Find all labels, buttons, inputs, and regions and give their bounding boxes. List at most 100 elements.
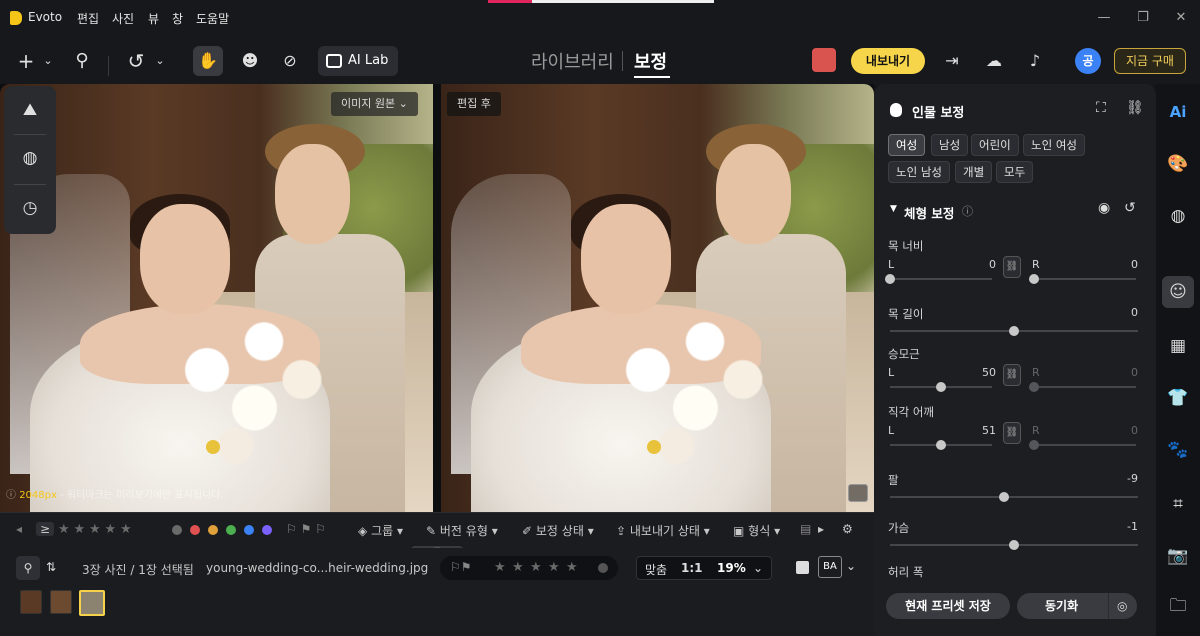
close-button[interactable]: ✕: [1170, 8, 1192, 28]
original-selector[interactable]: 이미지 원본 ⌄: [331, 92, 418, 116]
paw-icon[interactable]: 🐾: [1166, 438, 1190, 462]
slider-value[interactable]: 0: [1114, 306, 1138, 319]
mountain-enhance-icon[interactable]: ⛰: [18, 98, 42, 122]
slider-knob[interactable]: [1009, 540, 1019, 550]
slider-left-knob[interactable]: [885, 274, 895, 284]
menu-help[interactable]: 도움말: [196, 10, 229, 27]
export-button[interactable]: 내보내기: [851, 48, 925, 74]
image-viewer[interactable]: 이미지 원본 ⌄ ⓘ 2048px - 워터마크는 미리보기에만 표시됩니다. …: [0, 84, 874, 512]
palette-icon[interactable]: 🎨: [1166, 152, 1190, 176]
slider-value[interactable]: -9: [1114, 472, 1138, 485]
chip-elder-female[interactable]: 노인 여성: [1023, 134, 1085, 156]
lr-link-icon[interactable]: ⛓: [1003, 364, 1021, 386]
slider-track[interactable]: [890, 326, 1138, 336]
single-view-icon[interactable]: [796, 561, 809, 574]
star-icon[interactable]: ★: [120, 522, 132, 537]
face-select-icon[interactable]: ⛶: [1096, 100, 1106, 116]
star-icon[interactable]: ★: [58, 522, 70, 537]
help-icon[interactable]: ⓘ: [962, 203, 973, 219]
one-to-one-button[interactable]: 1:1: [681, 561, 703, 575]
folder-icon[interactable]: 🗀: [1166, 594, 1190, 618]
thumbnail[interactable]: [50, 590, 72, 614]
star-icon[interactable]: ★: [73, 522, 85, 537]
star-icon[interactable]: ★: [494, 560, 506, 575]
grid-icon[interactable]: ▦: [1166, 334, 1190, 358]
scroll-left-icon[interactable]: ◂: [16, 522, 22, 536]
color-label-blue[interactable]: [244, 525, 254, 535]
color-label-red[interactable]: [190, 525, 200, 535]
zoom-value[interactable]: 19%: [717, 561, 746, 575]
slider-left-knob[interactable]: [936, 382, 946, 392]
reset-icon[interactable]: ↺: [1124, 200, 1136, 216]
format-filter[interactable]: ▣ 형식 ▾: [733, 522, 780, 539]
color-label-purple[interactable]: [262, 525, 272, 535]
sync-settings-icon[interactable]: ◎: [1117, 593, 1127, 619]
slider-knob[interactable]: [1009, 326, 1019, 336]
undo-icon[interactable]: ↺: [124, 46, 148, 76]
chip-elder-male[interactable]: 노인 남성: [888, 161, 950, 183]
before-after-toggle[interactable]: BA: [818, 556, 842, 578]
sort-icon[interactable]: ⇅: [46, 560, 56, 574]
section-title[interactable]: 체형 보정: [904, 203, 954, 222]
thumbnail[interactable]: [20, 590, 42, 614]
filter-settings-icon[interactable]: ⚙: [842, 522, 853, 536]
zoom-chevron-down-icon[interactable]: ⌄: [753, 561, 763, 575]
sync-button[interactable]: 동기화 ◎: [1017, 593, 1137, 619]
rating-filter-stars[interactable]: ★ ★ ★ ★ ★: [58, 522, 132, 537]
restore-button[interactable]: ❐: [1132, 8, 1154, 28]
buy-now-button[interactable]: 지금 구매: [1114, 48, 1186, 74]
search-icon[interactable]: ⚲: [70, 46, 94, 76]
thumbnail-selected[interactable]: [79, 590, 105, 616]
menu-view[interactable]: 뷰: [148, 10, 159, 27]
ai-lab-button[interactable]: AI Lab: [318, 46, 398, 76]
slider-right-value[interactable]: 0: [1124, 258, 1138, 271]
menu-edit[interactable]: 편집: [77, 10, 99, 27]
menu-photo[interactable]: 사진: [112, 10, 134, 27]
compare-view-icon[interactable]: [848, 484, 868, 502]
slider-left-value[interactable]: 51: [978, 424, 996, 437]
color-label-orange[interactable]: [208, 525, 218, 535]
star-icon[interactable]: ★: [512, 560, 524, 575]
history-clock-icon[interactable]: ◷: [18, 196, 42, 220]
ai-icon[interactable]: Ai: [1166, 100, 1190, 124]
star-icon[interactable]: ★: [89, 522, 101, 537]
slider-right-knob[interactable]: [1029, 274, 1039, 284]
slider-knob[interactable]: [999, 492, 1010, 502]
slider-left-track[interactable]: [885, 274, 992, 284]
slider-value[interactable]: -1: [1114, 520, 1138, 533]
camera-icon[interactable]: 📷: [1166, 544, 1190, 568]
lr-link-icon[interactable]: ⛓: [1003, 256, 1021, 278]
nav-library-tab[interactable]: 라이브러리: [531, 48, 614, 74]
slider-right-knob[interactable]: [1029, 440, 1039, 450]
slider-right-track[interactable]: [1029, 274, 1136, 284]
fit-button[interactable]: 맞춤: [645, 561, 667, 578]
rating-compare-dropdown[interactable]: ≥: [36, 522, 55, 536]
slider-right-track[interactable]: [1029, 382, 1136, 392]
more-filter-icon[interactable]: ▤: [800, 522, 811, 536]
chip-all[interactable]: 모두: [996, 161, 1034, 183]
star-icon[interactable]: ★: [530, 560, 542, 575]
star-icon[interactable]: ★: [548, 560, 560, 575]
eye-icon[interactable]: ◉: [1098, 200, 1110, 216]
bell-icon[interactable]: ♪: [1023, 46, 1047, 76]
chip-individual[interactable]: 개별: [955, 161, 993, 183]
slider-left-value[interactable]: 50: [978, 366, 996, 379]
color-label-gray[interactable]: [172, 525, 182, 535]
link-icon[interactable]: ⛓: [1126, 100, 1144, 116]
group-filter[interactable]: ◈ 그룹 ▾: [358, 522, 403, 539]
edit-status-filter[interactable]: ✐ 보정 상태 ▾: [522, 522, 594, 539]
slider-track[interactable]: [890, 492, 1138, 502]
avatar[interactable]: 공: [1075, 48, 1101, 74]
add-icon[interactable]: +: [14, 46, 38, 76]
menu-window[interactable]: 창: [172, 10, 183, 27]
filter-funnel-icon[interactable]: ⚲: [16, 556, 40, 580]
color-label-green[interactable]: [226, 525, 236, 535]
shirt-icon[interactable]: 👕: [1166, 386, 1190, 410]
star-icon[interactable]: ★: [566, 560, 578, 575]
save-preset-button[interactable]: 현재 프리셋 저장: [886, 593, 1010, 619]
texture-icon[interactable]: ◍: [18, 146, 42, 170]
scroll-right-icon[interactable]: ▸: [818, 522, 824, 536]
slider-left-track[interactable]: [890, 440, 992, 450]
slider-right-value[interactable]: 0: [1124, 366, 1138, 379]
hand-icon[interactable]: ✋: [193, 46, 223, 76]
